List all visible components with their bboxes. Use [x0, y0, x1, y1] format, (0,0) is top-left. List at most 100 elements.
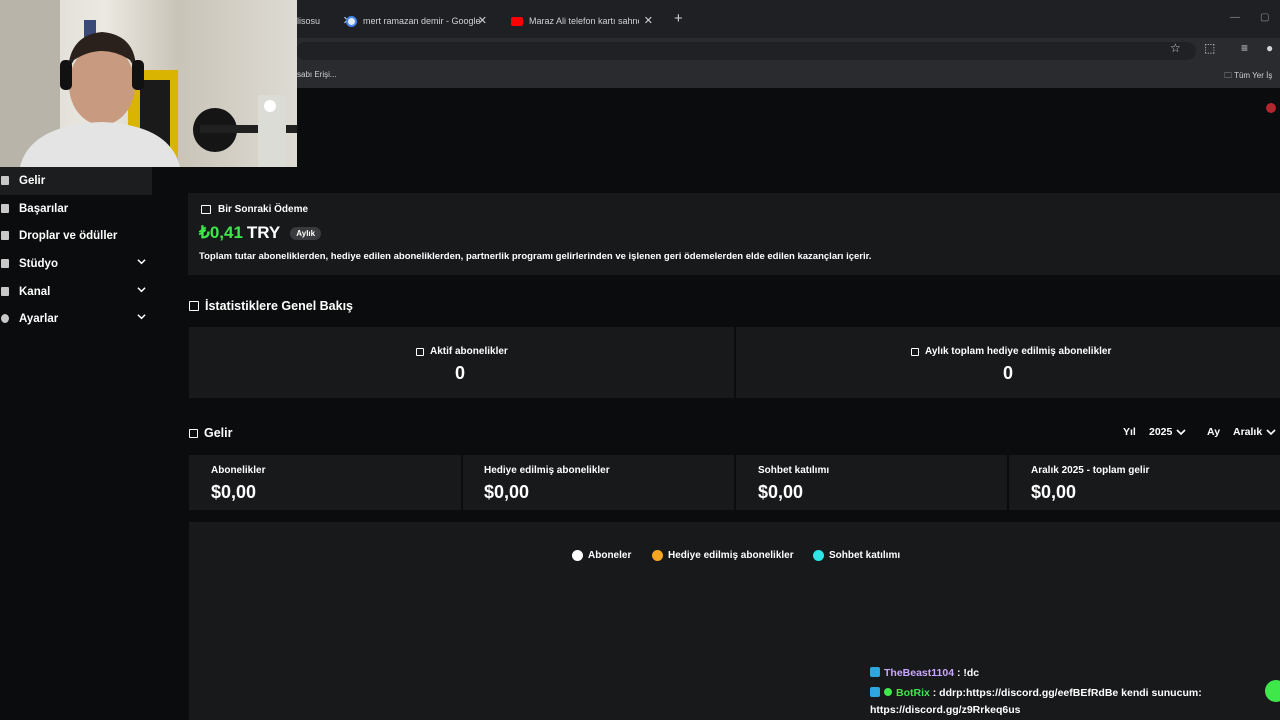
revenue-heading: Gelir [204, 426, 233, 440]
gifted-subs-label: Aylık toplam hediye edilmiş abonelikler [925, 346, 1112, 357]
sidebar-item-label: Gelir [19, 174, 46, 187]
payout-currency: TRY [246, 223, 281, 242]
browser-tab-1[interactable]: lisosu ✕ [297, 8, 352, 34]
legend-label: Aboneler [588, 550, 632, 561]
chat-badge-icon [870, 687, 880, 697]
tab-title: mert ramazan demir - Google'da [363, 16, 481, 26]
new-tab-button[interactable]: + [674, 10, 683, 27]
card-label: Aralık 2025 - toplam gelir [1031, 465, 1150, 476]
extensions-icon[interactable]: ⬚ [1204, 41, 1215, 55]
gifted-subs-value: 0 [1003, 363, 1014, 383]
legend-item-chat[interactable]: Sohbet katılımı [813, 550, 900, 561]
payout-amount: ₺0,41 [199, 223, 243, 242]
chevron-down-icon [1176, 429, 1186, 436]
stats-heading: İstatistiklere Genel Bakış [205, 299, 353, 313]
card-label: Hediye edilmiş abonelikler [484, 465, 610, 476]
revenue-icon [189, 428, 198, 438]
minimize-icon[interactable]: — [1230, 12, 1240, 23]
legend-dot [813, 550, 824, 561]
legend-label: Hediye edilmiş abonelikler [668, 550, 794, 561]
active-subs-label: Aktif abonelikler [430, 346, 508, 357]
revenue-header: Gelir [189, 426, 233, 440]
payout-heading: Bir Sonraki Ödeme [218, 204, 309, 215]
sidebar-item-label: Stüdyo [19, 257, 58, 270]
sidebar-item-basarilar[interactable]: Başarılar [0, 195, 152, 223]
sidebar-item-label: Başarılar [19, 202, 69, 215]
active-subs-value: 0 [455, 363, 466, 383]
gear-icon [1, 314, 9, 324]
bookmark-item[interactable]: sabı Erişi... [297, 70, 337, 79]
active-subs-panel: Aktif abonelikler 0 [189, 327, 734, 398]
bookmark-star-icon[interactable]: ☆ [1170, 41, 1181, 55]
folder-icon: 🗀 [1224, 71, 1235, 80]
maximize-icon[interactable]: ▢ [1260, 12, 1269, 23]
media-icon[interactable]: ≡ [1241, 41, 1248, 55]
webcam-feed [0, 0, 297, 167]
card-value: $0,00 [758, 482, 804, 502]
sidebar: Gelir Başarılar Droplar ve ödüller Stüdy… [0, 167, 152, 333]
stats-header: İstatistiklere Genel Bakış [189, 299, 353, 313]
gifted-subs-panel: Aylık toplam hediye edilmiş abonelikler … [736, 327, 1280, 398]
card-value: $0,00 [211, 482, 257, 502]
month-label: Ay [1207, 426, 1221, 438]
sidebar-item-studyo[interactable]: Stüdyo [0, 250, 152, 278]
card-value: $0,00 [1031, 482, 1077, 502]
year-value: 2025 [1149, 426, 1173, 438]
sidebar-item-gelir[interactable]: Gelir [0, 167, 152, 195]
youtube-favicon-icon [511, 16, 523, 26]
sidebar-item-ayarlar[interactable]: Ayarlar [0, 305, 152, 333]
period-badge: Aylık [290, 226, 322, 240]
close-tab-icon[interactable]: ✕ [644, 14, 653, 27]
payout-amount-row: ₺0,41 TRY Aylık [199, 223, 322, 243]
wallet-icon [201, 205, 211, 214]
sidebar-item-label: Kanal [19, 285, 51, 298]
chat-text: : ddrp:https://discord.gg/eefBEfRdBe ken… [932, 687, 1202, 699]
legend-item-subscribers[interactable]: Aboneler [572, 550, 631, 561]
payout-description: Toplam tutar aboneliklerden, hediye edil… [199, 251, 872, 262]
profile-icon[interactable]: ● [1266, 41, 1273, 55]
year-label: Yıl [1123, 426, 1136, 438]
all-bookmarks-label: Tüm Yer İş [1234, 71, 1273, 80]
revenue-card-total: Aralık 2025 - toplam gelir $0,00 [1009, 455, 1280, 510]
sidebar-item-kanal[interactable]: Kanal [0, 278, 152, 306]
active-subs-label-row: Aktif abonelikler [416, 346, 508, 357]
chevron-down-icon[interactable] [137, 285, 146, 294]
card-label: Sohbet katılımı [758, 465, 830, 476]
gifted-subs-label-row: Aylık toplam hediye edilmiş abonelikler [911, 346, 1111, 357]
sidebar-item-droplar[interactable]: Droplar ve ödüller [0, 222, 152, 250]
legend-dot [652, 550, 663, 561]
avatar[interactable] [1266, 103, 1276, 113]
bot-badge-icon [884, 688, 892, 696]
chat-text-continuation: https://discord.gg/z9Rrkeq6us [870, 704, 1021, 716]
year-select[interactable]: 2025 [1149, 426, 1186, 438]
browser-tab-2[interactable]: mert ramazan demir - Google'da ✕ [346, 8, 487, 34]
chart-icon [911, 347, 919, 356]
legend-item-gifted[interactable]: Hediye edilmiş abonelikler [652, 550, 794, 561]
chart-icon [416, 347, 424, 356]
channel-icon [1, 286, 9, 296]
card-value: $0,00 [484, 482, 530, 502]
trophy-icon [1, 203, 9, 213]
revenue-card-gifted: Hediye edilmiş abonelikler $0,00 [463, 455, 734, 510]
legend-dot [572, 550, 583, 561]
chat-message: BotRix : ddrp:https://discord.gg/eefBEfR… [870, 687, 1202, 699]
notification-icon [1265, 680, 1280, 702]
chat-badge-icon [870, 667, 880, 677]
chevron-down-icon[interactable] [137, 257, 146, 266]
month-select[interactable]: Aralık [1233, 426, 1276, 438]
tab-title: Maraz Ali telefon kartı sahnesi [529, 16, 639, 26]
payout-header: Bir Sonraki Ödeme [201, 204, 308, 215]
address-input[interactable] [296, 42, 1196, 60]
next-payout-panel: Bir Sonraki Ödeme ₺0,41 TRY Aylık Toplam… [188, 193, 1280, 275]
browser-tab-3[interactable]: Maraz Ali telefon kartı sahnesi ✕ [511, 8, 653, 34]
webcam-overlay [0, 0, 297, 167]
close-tab-icon[interactable]: ✕ [478, 14, 487, 27]
chevron-down-icon[interactable] [137, 312, 146, 321]
all-bookmarks-button[interactable]: 🗀 Tüm Yer İş [1224, 70, 1272, 84]
chevron-down-icon [1266, 429, 1276, 436]
chat-username: BotRix [896, 687, 930, 699]
google-favicon-icon [346, 15, 357, 27]
revenue-card-subscriptions: Abonelikler $0,00 [189, 455, 461, 510]
legend-label: Sohbet katılımı [829, 550, 901, 561]
sidebar-item-label: Ayarlar [19, 313, 59, 326]
